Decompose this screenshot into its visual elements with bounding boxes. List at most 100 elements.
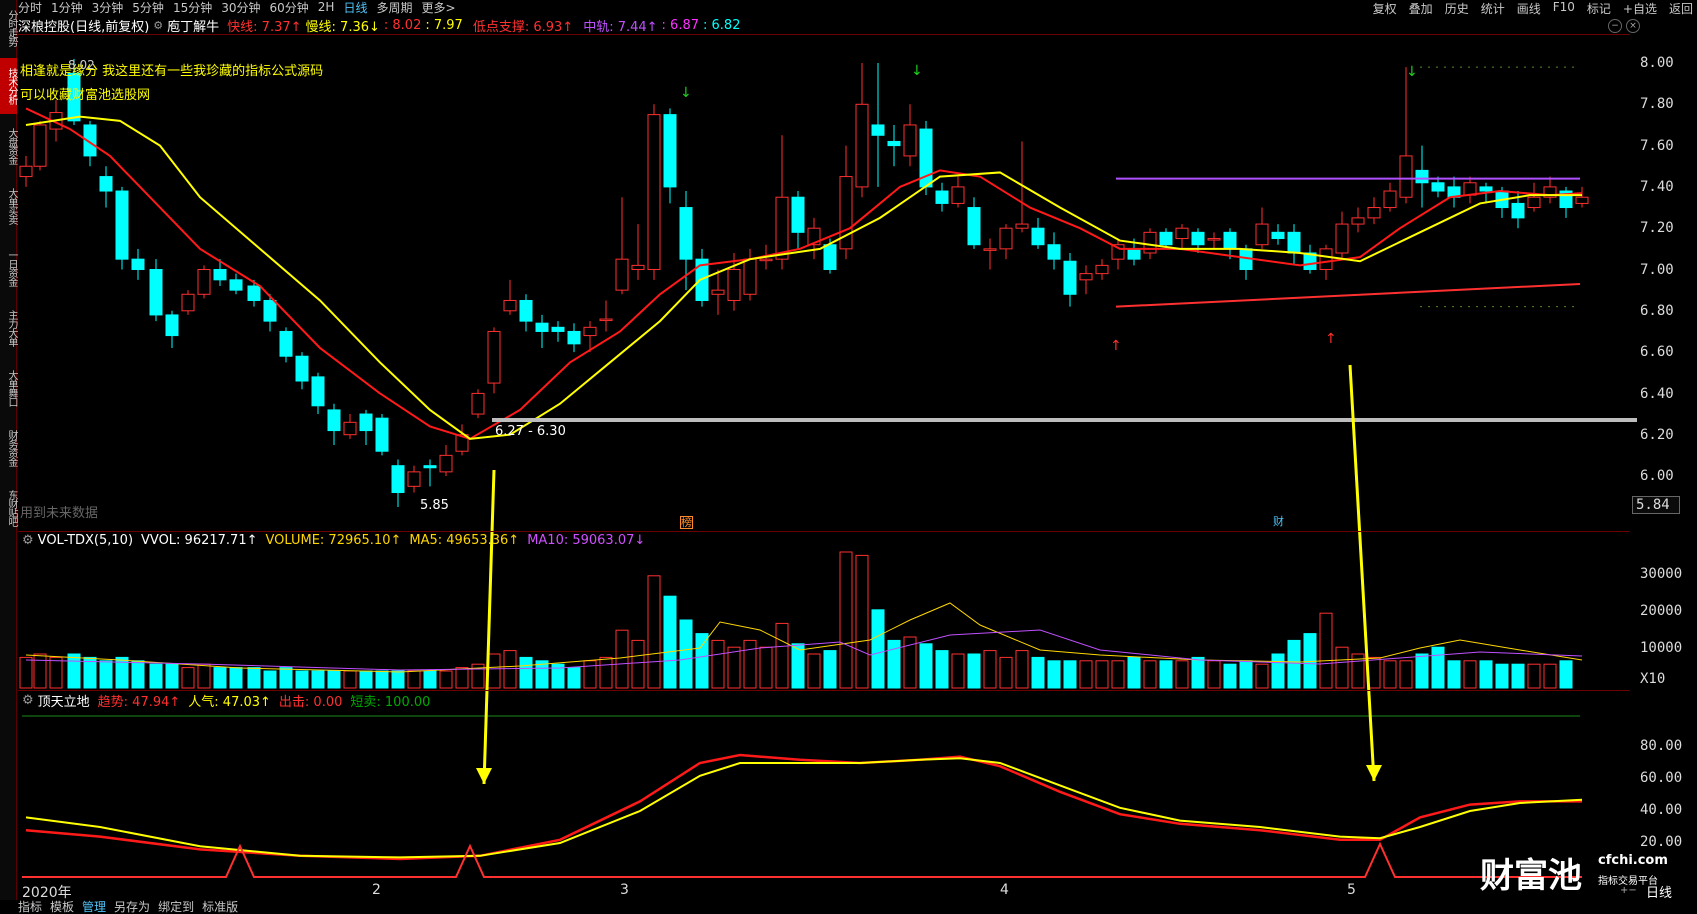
candle-body <box>951 186 965 204</box>
bang-marker[interactable]: 榜 <box>680 516 693 529</box>
exit-value: 出击: 0.00 <box>278 694 343 710</box>
back-button[interactable]: 返回 <box>1669 0 1693 16</box>
period-30min[interactable]: 30分钟 <box>221 0 260 16</box>
volume-bar <box>327 670 341 689</box>
cai-marker[interactable]: 财 <box>1273 516 1284 527</box>
buy-arrow-down: ↓ <box>680 85 692 101</box>
settings-icon[interactable]: ⚙ <box>153 19 163 32</box>
volume-bar <box>791 643 805 689</box>
kline-chart[interactable]: ↓ ↓ ↓ ↑ ↑ <box>0 0 1697 914</box>
candle-body <box>887 140 901 147</box>
sidebar-item-day-fund[interactable]: 一日资金 <box>0 240 17 296</box>
sidebar-item-timeshare[interactable]: 分时走势 <box>0 2 17 54</box>
volume-bar <box>1047 660 1061 689</box>
volume-bar <box>99 660 113 689</box>
mark-button[interactable]: 标记 <box>1587 0 1611 16</box>
volume-bar <box>839 551 853 689</box>
brand-site: cfchi.com <box>1598 853 1668 868</box>
candle-body <box>903 124 917 157</box>
close-icon[interactable]: × <box>1626 19 1640 33</box>
indicator2-settings-icon[interactable]: ⚙ <box>22 693 34 708</box>
candle-body <box>229 279 243 291</box>
volume-bar <box>1383 660 1397 689</box>
sidebar-item-technical[interactable]: 技术分析 <box>0 58 17 114</box>
candle-body <box>247 285 261 301</box>
volume-settings-icon[interactable]: ⚙ <box>22 533 34 548</box>
indicator-name[interactable]: 庖丁解牛 <box>167 16 219 35</box>
period-15min[interactable]: 15分钟 <box>173 0 212 16</box>
volume-bar <box>615 629 629 689</box>
candle-body <box>855 103 869 188</box>
f10-button[interactable]: F10 <box>1553 0 1575 14</box>
candle-body <box>791 196 805 233</box>
period-60min[interactable]: 60分钟 <box>270 0 309 16</box>
left-sidebar: 分时走势 技术分析 大盘资金 大单买卖 一日资金 主力大单 大单舞口 财务资金 … <box>0 0 17 900</box>
volume-unit: X10 <box>1640 671 1666 687</box>
future-data-label: 用到未来数据 <box>20 506 99 521</box>
candle-body <box>647 114 661 270</box>
draw-line-button[interactable]: 画线 <box>1517 0 1541 16</box>
zoom-controls[interactable]: +− <box>1620 885 1637 896</box>
volume-bar <box>1191 656 1205 689</box>
candle-body <box>1527 196 1541 209</box>
volume-bar <box>181 667 195 689</box>
candle-body <box>1047 244 1061 260</box>
sidebar-item-finance[interactable]: 财务资金 <box>0 420 17 476</box>
period-multi[interactable]: 多周期 <box>376 0 412 16</box>
indicator2-title[interactable]: 顶天立地 <box>38 691 90 710</box>
period-more[interactable]: 更多> <box>421 0 455 16</box>
overlay-button[interactable]: 叠加 <box>1409 0 1433 16</box>
volume-bar <box>295 670 309 689</box>
tab-manage[interactable]: 管理 <box>82 898 106 914</box>
stats-button[interactable]: 统计 <box>1481 0 1505 16</box>
vvol-value: VVOL: 96217.71↑ <box>141 532 258 548</box>
sidebar-item-big-order[interactable]: 大单买卖 <box>0 178 17 234</box>
candle-body <box>1223 231 1237 250</box>
period-5min[interactable]: 5分钟 <box>132 0 164 16</box>
volume-bar <box>391 670 405 689</box>
candle-body <box>711 289 725 295</box>
sidebar-item-main-big[interactable]: 主力大单 <box>0 300 17 356</box>
candle-body <box>279 330 293 357</box>
candle-body <box>599 318 613 322</box>
volume-bar <box>647 575 661 689</box>
fast-ma-line <box>25 107 1583 440</box>
candle-body <box>439 454 453 473</box>
volume-title[interactable]: VOL-TDX(5,10) <box>38 533 133 548</box>
price-axis-label: 6.20 <box>1640 427 1674 443</box>
volume-bar <box>487 653 501 689</box>
candle-body <box>519 299 533 322</box>
add-watchlist-button[interactable]: +自选 <box>1623 0 1657 16</box>
sidebar-item-forum[interactable]: 东财贴吧 <box>0 480 17 536</box>
tab-template[interactable]: 模板 <box>50 898 74 914</box>
period-indicator[interactable]: 日线 <box>1646 882 1672 901</box>
candle-body <box>197 269 211 295</box>
tab-indicator[interactable]: 指标 <box>18 898 42 914</box>
tab-save-as[interactable]: 另存为 <box>114 898 150 914</box>
volume-bar <box>1239 660 1253 689</box>
signal-arrow-left <box>482 469 496 785</box>
candle-body <box>213 269 227 281</box>
minus-button[interactable]: − <box>1608 19 1622 33</box>
stock-title[interactable]: 深桹控股(日线,前复权) <box>18 16 149 35</box>
tab-standard[interactable]: 标准版 <box>202 898 238 914</box>
slow-line-value: 慢线: 7.36↓ <box>305 19 380 35</box>
candle-body <box>1079 273 1093 281</box>
candle-body <box>743 258 757 295</box>
period-timeshare[interactable]: 分时 <box>18 0 42 16</box>
candle-body <box>535 322 549 332</box>
x-axis-label: 2 <box>372 882 381 898</box>
sidebar-item-big-mouth[interactable]: 大单舞口 <box>0 360 17 416</box>
period-2h[interactable]: 2H <box>318 0 335 14</box>
tab-bind-to[interactable]: 绑定到 <box>158 898 194 914</box>
candle-body <box>679 207 693 260</box>
sidebar-item-market-fund[interactable]: 大盘资金 <box>0 118 17 174</box>
adjust-button[interactable]: 复权 <box>1373 0 1397 16</box>
period-1min[interactable]: 1分钟 <box>51 0 83 16</box>
history-button[interactable]: 历史 <box>1445 0 1469 16</box>
volume-bar <box>263 670 277 689</box>
candle-body <box>567 330 581 345</box>
period-3min[interactable]: 3分钟 <box>92 0 124 16</box>
period-daily[interactable]: 日线 <box>343 0 367 16</box>
price-axis-label: 6.00 <box>1640 468 1674 484</box>
